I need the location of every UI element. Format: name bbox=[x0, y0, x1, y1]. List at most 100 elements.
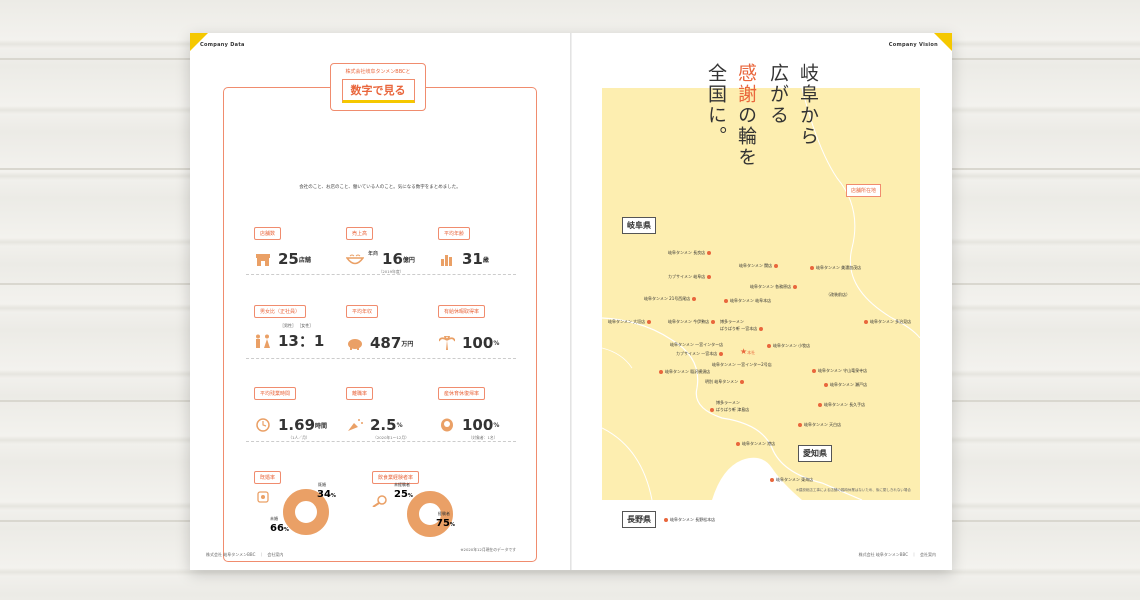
store-marker: 博多ラーメン bbox=[716, 400, 740, 406]
store-name: 岐阜タンメン 関店 bbox=[739, 263, 773, 268]
map-note: ※建設総店工事による店舗の臨時休業はないため、後に閉しきれない場合 bbox=[796, 488, 911, 492]
stat-value: 100 bbox=[462, 416, 494, 434]
store-name: 岐阜タンメン 東海店 bbox=[776, 477, 814, 482]
store-marker: 岐阜タンメン 21号西尾店 bbox=[644, 296, 697, 302]
stat-paid-leave: 有給休暇取得率 100 % bbox=[438, 298, 528, 352]
title-line-3-rest: の輪を bbox=[735, 105, 757, 168]
store-name: 岐阜タンメン 今伊勢店 bbox=[668, 319, 710, 324]
store-name: 岐阜タンメン 多治見店 bbox=[870, 319, 912, 324]
store-name: 岐阜タンメン 各務原店 bbox=[750, 284, 792, 289]
store-dot bbox=[647, 320, 652, 324]
exp-label: 未経験者 bbox=[394, 482, 410, 487]
stat-stores: 店舗数 25 店舗 bbox=[254, 220, 344, 268]
stat-gender: 男女比（正社員） ［男性］ ［女性］ 13：1 bbox=[254, 298, 344, 351]
store-marker: 岐阜タンメン 多治見店 bbox=[864, 319, 911, 325]
store-marker: カブサイメン 岐阜店 bbox=[668, 274, 712, 280]
store-name: 岐阜タンメン 一宮インター2号店 bbox=[712, 362, 772, 367]
footer-right: 株式会社 岐阜タンメンBBC ｜ 会社案内 bbox=[858, 552, 936, 557]
store-name: 岐阜タンメン 長野松本店 bbox=[670, 516, 716, 522]
baby-icon bbox=[438, 418, 456, 432]
stat-age: 平均年齢 31 歳 bbox=[438, 220, 528, 268]
clock-icon bbox=[254, 418, 272, 432]
store-marker: 岐阜タンメン 美濃加茂店 bbox=[810, 265, 861, 271]
store-name: （改装前店） bbox=[826, 292, 850, 297]
store-dot bbox=[692, 297, 697, 301]
store-dot bbox=[740, 380, 745, 384]
stat-label: 産休育休復帰率 bbox=[438, 387, 486, 400]
store-marker: 岐阜タンメン 長久手店 bbox=[818, 402, 865, 408]
store-marker: 博多ラーメン bbox=[720, 319, 744, 325]
store-dot bbox=[812, 369, 816, 373]
pref-aichi: 愛知県 bbox=[798, 445, 832, 462]
map-lines bbox=[602, 88, 920, 500]
store-dot bbox=[759, 327, 764, 331]
inexp-label: 経験者 bbox=[438, 511, 450, 516]
unit: % bbox=[330, 493, 336, 499]
piggy-bank-icon bbox=[346, 336, 364, 350]
store-name: 岐阜タンメン 美濃加茂店 bbox=[816, 265, 862, 270]
store-name: 岐阜タンメン 稲沢横須店 bbox=[665, 369, 711, 374]
store-marker: 岐阜タンメン 東海店 bbox=[770, 477, 813, 483]
header-tag: 株式会社岐阜タンメンBBCと 数字で見る bbox=[330, 68, 426, 103]
store-name: 岐阜タンメン 長良店 bbox=[668, 250, 706, 255]
exp-value: 25 bbox=[394, 489, 408, 500]
experience-stat: 飲食業経験者率 未経験者 25% 経験者 75% bbox=[372, 464, 502, 554]
stat-income: 平均年収 487 万円 bbox=[346, 298, 436, 352]
store-dot bbox=[818, 403, 822, 407]
store-dot bbox=[774, 264, 779, 268]
stat-unit: % bbox=[396, 421, 403, 429]
store-marker: （改装前店） bbox=[826, 292, 850, 298]
store-name: 岐阜タンメン 守山竜泉寺店 bbox=[818, 368, 868, 373]
divider bbox=[246, 358, 516, 359]
store-dot bbox=[810, 266, 814, 270]
palm-tree-icon bbox=[438, 336, 456, 350]
stat-value: 13：1 bbox=[278, 332, 325, 350]
store-dot bbox=[798, 423, 802, 427]
stat-unit: 億円 bbox=[402, 256, 415, 264]
stat-label: 平均残業時間 bbox=[254, 387, 297, 400]
data-panel: 会社のこと、お店のこと、働いている人のこと。気になる数字をまとめました。 店舗数… bbox=[223, 87, 537, 562]
unit: % bbox=[407, 493, 413, 499]
store-name: カブサイメン 一宮本店 bbox=[676, 351, 718, 356]
store-marker: 岐阜タンメン 長良店 bbox=[668, 250, 712, 256]
title-line-3: 感謝の輪を bbox=[735, 63, 757, 168]
store-dot bbox=[719, 352, 724, 356]
unit: % bbox=[283, 527, 289, 533]
male-label: ［男性］ bbox=[280, 323, 296, 328]
store-marker: カブサイメン 一宮本店 bbox=[676, 351, 724, 357]
title-line-1: 岐阜から bbox=[797, 63, 819, 147]
store-marker: 岐阜タンメン 一宮インター店 bbox=[670, 342, 723, 348]
stat-label: 離職率 bbox=[346, 387, 374, 400]
store-dot bbox=[864, 320, 868, 324]
stat-unit: 店舗 bbox=[298, 256, 311, 264]
bar-chart-icon bbox=[438, 252, 456, 266]
stat-maternity: 産休育休復帰率 100 % （対象者：1名） bbox=[438, 380, 528, 441]
header-main: 数字で見る bbox=[341, 79, 415, 103]
bottom-note: ※2020年12月現在のデータです bbox=[460, 547, 516, 552]
store-dot bbox=[724, 299, 728, 303]
stat-label: 店舗数 bbox=[254, 227, 282, 240]
marriage-stat: 既婚率 既婚 34% 未婚 66% bbox=[254, 464, 364, 554]
store-dot bbox=[664, 517, 668, 522]
store-dot bbox=[659, 370, 663, 374]
stat-label: 既婚率 bbox=[254, 471, 282, 484]
store-marker: 岐阜タンメン 瀬戸店 bbox=[824, 382, 867, 388]
store-name: 明別 岐阜タンメン bbox=[705, 379, 739, 384]
store-name: 岐阜タンメン 岐阜本店 bbox=[730, 298, 772, 303]
divider bbox=[246, 274, 516, 275]
intro-text: 会社のこと、お店のこと、働いている人のこと。気になる数字をまとめました。 bbox=[299, 185, 461, 190]
stat-value: 100 bbox=[462, 334, 494, 352]
unit: % bbox=[449, 522, 455, 528]
spine bbox=[570, 33, 572, 570]
hq-marker: ★本社 bbox=[740, 347, 755, 356]
stat-overtime: 平均残業時間 1.69 時間 （1人／月） bbox=[254, 380, 344, 441]
store-name: 博多ラーメン bbox=[716, 400, 740, 405]
married-label: 既婚 bbox=[318, 482, 326, 487]
store-name: 岐阜タンメン 小牧店 bbox=[773, 343, 811, 348]
married-value-row: 34% bbox=[317, 489, 336, 500]
store-dot bbox=[770, 478, 774, 482]
inexp-value-row: 75% bbox=[436, 518, 455, 529]
stat-value: 2.5 bbox=[370, 416, 397, 434]
store-marker: 岐阜タンメン 関店 bbox=[739, 263, 779, 269]
store-marker: 岐阜タンメン 大垣店 bbox=[608, 319, 652, 325]
